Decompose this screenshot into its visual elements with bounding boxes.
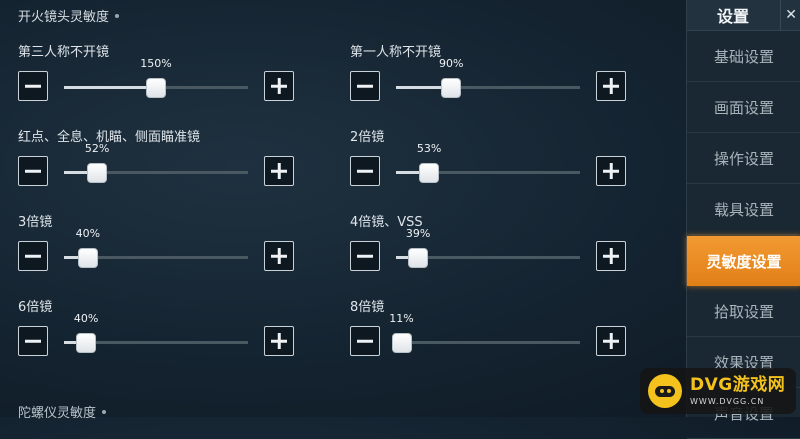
increase-button[interactable] bbox=[264, 326, 294, 356]
setting-label: 第一人称不开镜 bbox=[350, 45, 442, 60]
setting-first-person-no-scope: 第一人称不开镜 90% bbox=[350, 41, 650, 111]
increase-button[interactable] bbox=[596, 326, 626, 356]
setting-value: 52% bbox=[84, 142, 110, 155]
setting-label: 8倍镜 bbox=[350, 300, 385, 315]
settings-sidebar: 设置 ✕ 基础设置 画面设置 操作设置 载具设置 灵敏度设置 拾取设置 效果设置… bbox=[686, 0, 800, 439]
slider-track[interactable] bbox=[64, 247, 248, 268]
nav-item-display[interactable]: 画面设置 bbox=[687, 83, 800, 133]
slider-handle[interactable] bbox=[76, 332, 97, 353]
site-watermark: DVG游戏网 WWW.DVGG.CN bbox=[640, 368, 796, 414]
increase-button[interactable] bbox=[264, 71, 294, 101]
slider-track[interactable] bbox=[391, 332, 580, 353]
slider-handle[interactable] bbox=[408, 247, 429, 268]
setting-4x-scope-vss: 4倍镜、VSS 39% bbox=[350, 211, 650, 281]
decrease-button[interactable] bbox=[18, 71, 48, 101]
slider-track[interactable] bbox=[396, 77, 580, 98]
increase-button[interactable] bbox=[264, 241, 294, 271]
sidebar-title: 设置 bbox=[717, 7, 750, 26]
slider-handle[interactable] bbox=[441, 77, 462, 98]
slider-handle[interactable] bbox=[77, 247, 98, 268]
setting-2x-scope: 2倍镜 53% bbox=[350, 126, 650, 196]
title-dot-icon bbox=[115, 13, 120, 18]
decrease-button[interactable] bbox=[350, 241, 380, 271]
slider-handle[interactable] bbox=[87, 162, 108, 183]
decrease-button[interactable] bbox=[350, 71, 380, 101]
setting-6x-scope: 6倍镜 40% bbox=[18, 296, 318, 366]
setting-value: 40% bbox=[73, 312, 99, 325]
nav-item-sensitivity[interactable]: 灵敏度设置 bbox=[687, 236, 800, 286]
setting-label: 第三人称不开镜 bbox=[18, 45, 110, 60]
title-dot-icon bbox=[102, 409, 107, 414]
decrease-button[interactable] bbox=[350, 326, 380, 356]
watermark-main: DVG游戏网 bbox=[690, 374, 786, 395]
setting-red-dot-holo: 红点、全息、机瞄、侧面瞄准镜 52% bbox=[18, 126, 318, 196]
setting-value: 40% bbox=[75, 227, 101, 240]
setting-3x-scope: 3倍镜 40% bbox=[18, 211, 318, 281]
sidebar-header: 设置 ✕ bbox=[687, 0, 800, 31]
setting-third-person-no-scope: 第三人称不开镜 150% bbox=[18, 41, 318, 111]
decrease-button[interactable] bbox=[350, 156, 380, 186]
setting-value: 150% bbox=[140, 57, 172, 70]
slider-handle[interactable] bbox=[146, 77, 166, 98]
increase-button[interactable] bbox=[596, 71, 626, 101]
increase-button[interactable] bbox=[264, 156, 294, 186]
setting-label: 2倍镜 bbox=[350, 130, 385, 145]
next-section-title: 陀螺仪灵敏度 bbox=[18, 402, 107, 421]
nav-item-vehicle[interactable]: 载具设置 bbox=[687, 185, 800, 235]
slider-track[interactable] bbox=[396, 162, 580, 183]
watermark-sub: WWW.DVGG.CN bbox=[690, 396, 765, 406]
slider-track[interactable] bbox=[396, 247, 580, 268]
setting-value: 53% bbox=[416, 142, 442, 155]
section-title: 开火镜头灵敏度 bbox=[18, 6, 120, 25]
sensitivity-panel: 开火镜头灵敏度 第三人称不开镜 150% 第一人称不开镜 90% 红点、全息、机… bbox=[0, 0, 676, 421]
decrease-button[interactable] bbox=[18, 156, 48, 186]
slider-track[interactable] bbox=[64, 77, 248, 98]
slider-track[interactable] bbox=[64, 162, 248, 183]
setting-value: 39% bbox=[405, 227, 431, 240]
increase-button[interactable] bbox=[596, 156, 626, 186]
setting-8x-scope: 8倍镜 11% bbox=[350, 296, 650, 366]
slider-handle[interactable] bbox=[419, 162, 440, 183]
increase-button[interactable] bbox=[596, 241, 626, 271]
close-icon[interactable]: ✕ bbox=[780, 0, 800, 30]
nav-item-basic[interactable]: 基础设置 bbox=[687, 32, 800, 82]
slider-track[interactable] bbox=[64, 332, 248, 353]
decrease-button[interactable] bbox=[18, 326, 48, 356]
setting-label: 6倍镜 bbox=[18, 300, 53, 315]
setting-label: 3倍镜 bbox=[18, 215, 53, 230]
watermark-text: DVG游戏网 WWW.DVGG.CN bbox=[690, 374, 786, 406]
nav-item-pickup[interactable]: 拾取设置 bbox=[687, 287, 800, 337]
setting-value: 11% bbox=[389, 312, 414, 325]
slider-fill bbox=[64, 86, 156, 89]
slider-handle[interactable] bbox=[391, 332, 412, 353]
nav-item-controls[interactable]: 操作设置 bbox=[687, 134, 800, 184]
section-title-text: 开火镜头灵敏度 bbox=[18, 10, 110, 25]
setting-value: 90% bbox=[438, 57, 464, 70]
gamepad-logo-icon bbox=[648, 374, 682, 408]
next-section-title-text: 陀螺仪灵敏度 bbox=[18, 406, 97, 421]
decrease-button[interactable] bbox=[18, 241, 48, 271]
